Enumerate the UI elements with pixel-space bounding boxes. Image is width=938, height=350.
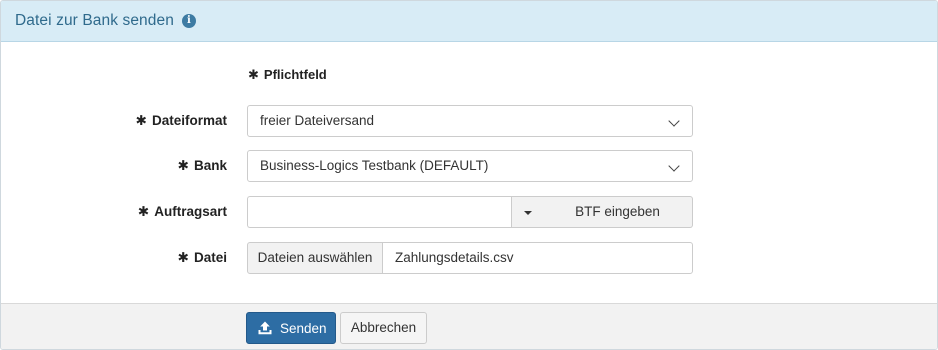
upload-icon xyxy=(258,321,272,335)
chevron-down-icon xyxy=(668,115,680,127)
send-button[interactable]: Senden xyxy=(246,312,336,344)
send-label: Senden xyxy=(280,320,327,336)
dateiformat-label: ✱ Dateiformat xyxy=(136,105,227,137)
required-note-text: Pflichtfeld xyxy=(263,67,327,82)
caret-down-icon xyxy=(524,211,532,215)
auftragsart-label-text: Auftragsart xyxy=(154,204,227,219)
choose-files-button[interactable]: Dateien auswählen xyxy=(247,242,383,274)
dateiformat-value: freier Dateiversand xyxy=(260,113,375,128)
info-icon[interactable]: i xyxy=(181,14,196,28)
send-file-panel: Datei zur Bank senden i ✱ Pflichtfeld ✱ Da… xyxy=(0,0,938,350)
cancel-button[interactable]: Abbrechen xyxy=(340,312,427,344)
datei-label: ✱ Datei xyxy=(178,242,227,274)
bank-select[interactable]: Business-Logics Testbank (DEFAULT) xyxy=(247,150,693,182)
bank-value: Business-Logics Testbank (DEFAULT) xyxy=(260,158,489,173)
auftragsart-dropdown-button[interactable] xyxy=(511,196,544,228)
dateiformat-label-text: Dateiformat xyxy=(151,113,227,128)
panel-title: Datei zur Bank senden xyxy=(15,12,174,29)
required-star-icon: ✱ xyxy=(135,113,147,128)
required-star-icon: ✱ xyxy=(248,67,259,82)
auftragsart-label: ✱ Auftragsart xyxy=(138,196,227,228)
required-field-note: ✱ Pflichtfeld xyxy=(248,67,327,83)
bank-label: ✱ Bank xyxy=(178,150,227,182)
datei-label-text: Datei xyxy=(193,250,227,265)
file-name-field[interactable]: Zahlungsdetails.csv xyxy=(382,242,693,274)
row-auftragsart: ✱ Auftragsart BTF eingeben xyxy=(1,196,937,228)
panel-footer: Senden Abbrechen xyxy=(1,303,937,349)
required-star-icon: ✱ xyxy=(177,158,189,173)
bank-label-text: Bank xyxy=(193,158,227,173)
btf-eingeben-button[interactable]: BTF eingeben xyxy=(543,196,693,228)
panel-header: Datei zur Bank senden i xyxy=(1,1,937,42)
row-datei: ✱ Datei Dateien auswählen Zahlungsdetails… xyxy=(1,242,937,274)
chevron-down-icon xyxy=(668,160,680,172)
dateiformat-select[interactable]: freier Dateiversand xyxy=(247,105,693,137)
row-bank: ✱ Bank Business-Logics Testbank (DEFAULT) xyxy=(1,150,937,182)
auftragsart-input[interactable] xyxy=(247,196,512,228)
required-star-icon: ✱ xyxy=(137,204,150,219)
required-star-icon: ✱ xyxy=(177,250,189,265)
row-dateiformat: ✱ Dateiformat freier Dateiversand xyxy=(1,105,937,137)
